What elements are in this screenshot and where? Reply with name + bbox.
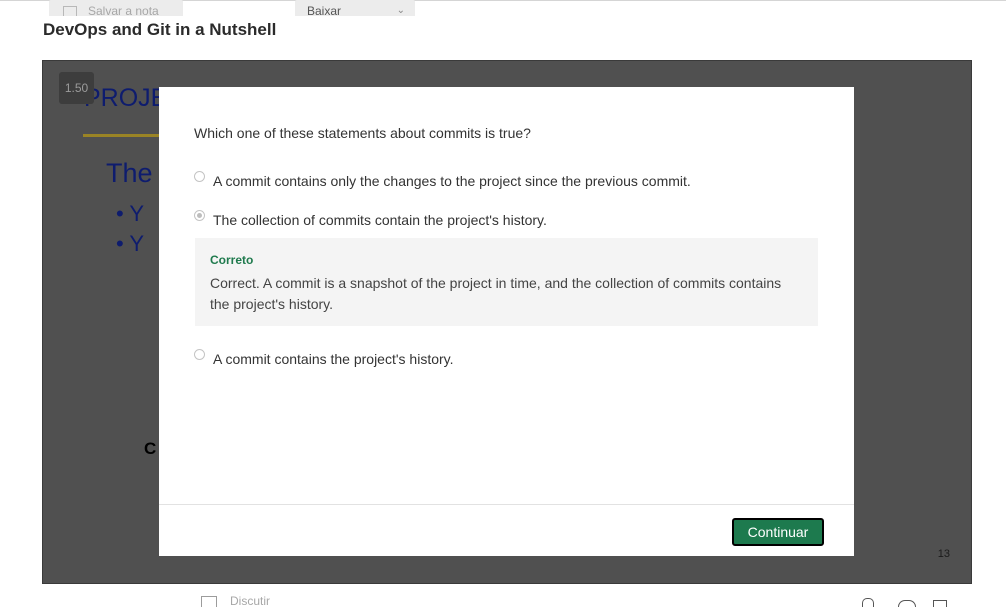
playback-speed-indicator[interactable]: 1.50 <box>59 72 94 104</box>
radio-button-selected[interactable] <box>194 210 205 221</box>
discuss-link[interactable]: Discutir <box>230 590 270 606</box>
quiz-option-label: The collection of commits contain the pr… <box>213 212 547 228</box>
feedback-title: Correto <box>210 253 254 267</box>
chevron-down-icon: ⌄ <box>396 5 405 16</box>
save-note-label: Salvar a nota <box>88 4 159 16</box>
quiz-option-label: A commit contains the project's history. <box>213 351 454 367</box>
download-label: Baixar <box>307 4 342 16</box>
download-button[interactable]: Baixar ⌄ <box>295 0 415 16</box>
modal-footer-divider <box>159 504 854 505</box>
slide-page-number: 13 <box>937 548 950 560</box>
quiz-option-label: A commit contains only the changes to th… <box>213 173 691 189</box>
save-note-button[interactable]: Salvar a nota <box>49 0 183 16</box>
radio-button[interactable] <box>194 349 205 360</box>
slide-bullet-1: • Y <box>116 201 145 226</box>
feedback-text: Correct. A commit is a snapshot of the p… <box>210 275 782 312</box>
quiz-option-1[interactable]: A commit contains only the changes to th… <box>194 171 691 189</box>
discuss-icon[interactable] <box>201 596 217 607</box>
quiz-question: Which one of these statements about comm… <box>194 125 531 141</box>
quiz-option-2[interactable]: The collection of commits contain the pr… <box>194 210 547 228</box>
slide-text-fragment: C <box>144 439 157 458</box>
note-icon <box>63 6 77 16</box>
slide-subtitle-fragment: The <box>106 158 153 188</box>
page-title: DevOps and Git in a Nutshell <box>43 20 277 39</box>
answer-feedback: Correto Correct. A commit is a snapshot … <box>195 238 818 326</box>
continue-button[interactable]: Continuar <box>732 518 824 546</box>
quiz-option-3[interactable]: A commit contains the project's history. <box>194 349 454 367</box>
radio-button[interactable] <box>194 171 205 182</box>
slide-title-fragment: PROJE <box>84 84 168 112</box>
video-player[interactable]: 1.50 PROJE The • Y • Y C 13 Which one of… <box>42 60 972 584</box>
quiz-modal: Which one of these statements about comm… <box>159 87 854 556</box>
slide-bullet-2: • Y <box>116 231 145 256</box>
